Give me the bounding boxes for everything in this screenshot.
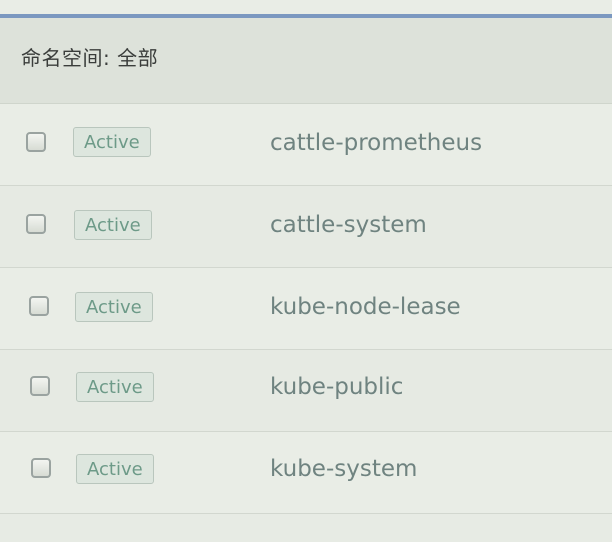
status-badge: Active <box>76 372 154 402</box>
table-row: Active cattle-system <box>0 186 612 268</box>
row-checkbox[interactable] <box>26 214 46 234</box>
namespace-group-label: 命名空间: 全部 <box>21 46 159 70</box>
namespace-name-link[interactable]: kube-system <box>270 456 417 482</box>
row-checkbox[interactable] <box>31 458 51 478</box>
namespace-list: Active cattle-prometheus Active cattle-s… <box>0 104 612 514</box>
status-badge: Active <box>75 292 153 322</box>
table-row: Active cattle-prometheus <box>0 104 612 186</box>
namespace-name-link[interactable]: kube-node-lease <box>270 294 461 320</box>
namespace-name-link[interactable]: kube-public <box>270 374 403 400</box>
top-accent-bar <box>0 0 612 18</box>
namespace-name-link[interactable]: cattle-prometheus <box>270 130 482 156</box>
namespace-group-header: 命名空间: 全部 <box>0 18 612 104</box>
status-badge: Active <box>76 454 154 484</box>
table-row: Active kube-node-lease <box>0 268 612 350</box>
row-checkbox[interactable] <box>30 376 50 396</box>
status-badge: Active <box>73 127 151 157</box>
status-badge: Active <box>74 210 152 240</box>
row-checkbox[interactable] <box>26 132 46 152</box>
row-checkbox[interactable] <box>29 296 49 316</box>
namespace-name-link[interactable]: cattle-system <box>270 212 427 238</box>
table-row: Active kube-public <box>0 350 612 432</box>
table-row: Active kube-system <box>0 432 612 514</box>
